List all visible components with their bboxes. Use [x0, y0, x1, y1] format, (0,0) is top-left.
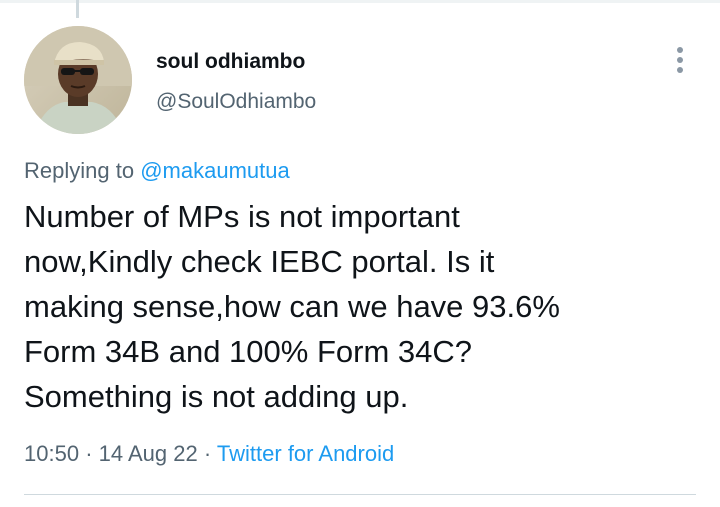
more-vertical-icon — [677, 47, 683, 53]
thread-connector-line — [76, 0, 79, 18]
tweet-date[interactable]: 14 Aug 22 — [99, 441, 198, 466]
top-divider — [0, 0, 720, 3]
avatar[interactable] — [24, 26, 132, 134]
avatar-photo-icon — [24, 26, 132, 134]
more-vertical-icon-dot — [677, 57, 683, 63]
meta-separator: · — [203, 441, 212, 466]
tweet-detail: soul odhiambo @SoulOdhiambo Replying to … — [0, 0, 720, 507]
bottom-divider — [24, 494, 696, 495]
replying-to: Replying to @makaumutua — [24, 158, 290, 184]
tweet-source-link[interactable]: Twitter for Android — [217, 441, 394, 466]
tweet-text-line: making sense,how can we have 93.6% — [24, 289, 560, 324]
more-vertical-icon-dot — [677, 67, 683, 73]
more-options-button[interactable] — [664, 42, 696, 78]
author-display-name[interactable]: soul odhiambo — [156, 50, 305, 74]
replying-to-label: Replying to — [24, 158, 135, 183]
tweet-text-line: Number of MPs is not important — [24, 199, 460, 234]
tweet-text-line: Form 34B and 100% Form 34C? — [24, 334, 472, 369]
tweet-text: Number of MPs is not important now,Kindl… — [24, 194, 704, 419]
reply-mention-link[interactable]: @makaumutua — [140, 158, 290, 183]
tweet-text-line: now,Kindly check IEBC portal. Is it — [24, 244, 495, 279]
tweet-time[interactable]: 10:50 — [24, 441, 79, 466]
author-handle[interactable]: @SoulOdhiambo — [156, 90, 316, 114]
tweet-metadata: 10:50 · 14 Aug 22 · Twitter for Android — [24, 441, 394, 467]
meta-separator: · — [85, 441, 93, 466]
tweet-text-line: Something is not adding up. — [24, 379, 409, 414]
